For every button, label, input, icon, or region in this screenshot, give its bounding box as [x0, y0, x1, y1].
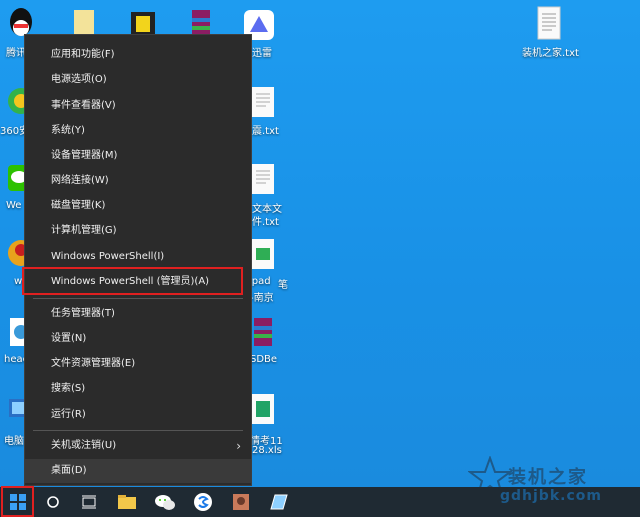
menu-item-desktop[interactable]: 桌面(D)	[25, 459, 251, 483]
menu-item-file-explorer[interactable]: 文件资源管理器(E)	[25, 352, 251, 376]
menu-item-event-viewer[interactable]: 事件查看器(V)	[25, 94, 251, 118]
excel-file-icon[interactable]	[250, 393, 290, 433]
highlight-start-button	[1, 486, 34, 517]
menu-item-disk-management[interactable]: 磁盘管理(K)	[25, 194, 251, 218]
menu-item-shutdown-signout[interactable]: 关机或注销(U) ›	[25, 434, 251, 458]
icon-label: 件.txt	[252, 217, 279, 228]
menu-item-network-connections[interactable]: 网络连接(W)	[25, 169, 251, 193]
watermark-title: 装机之家	[508, 467, 588, 488]
winrar-icon[interactable]	[250, 316, 290, 356]
notepad-icon[interactable]	[250, 238, 290, 278]
menu-item-powershell[interactable]: Windows PowerShell(I)	[25, 245, 251, 269]
task-view-icon	[82, 495, 96, 509]
text-file-icon[interactable]	[250, 163, 290, 203]
icon-label: w	[14, 276, 23, 287]
menu-separator	[33, 430, 243, 431]
icon-label: 迅雷	[252, 48, 272, 59]
menu-item-settings[interactable]: 设置(N)	[25, 327, 251, 351]
menu-item-device-manager[interactable]: 设备管理器(M)	[25, 144, 251, 168]
icon-label: 笔	[278, 280, 288, 291]
winx-context-menu: 应用和功能(F) 电源选项(O) 事件查看器(V) 系统(Y) 设备管理器(M)…	[24, 34, 252, 486]
app-button[interactable]	[262, 487, 296, 517]
app-button[interactable]	[224, 487, 258, 517]
chevron-right-icon: ›	[236, 439, 241, 453]
wechat-button[interactable]	[148, 487, 182, 517]
icon-label: SDBe	[250, 354, 278, 365]
text-file-icon[interactable]	[535, 6, 575, 46]
menu-item-label: 关机或注销(U)	[51, 440, 117, 451]
search-circle-icon	[47, 496, 59, 508]
icon-label: -南京	[250, 293, 274, 304]
icon-label: 震.txt	[252, 126, 279, 137]
text-file-icon[interactable]	[250, 86, 290, 126]
sogou-button[interactable]	[186, 487, 220, 517]
icon-label: 腾讯	[6, 48, 26, 59]
app-window-icon	[270, 494, 288, 510]
watermark-url: gdhjbk.com	[500, 488, 602, 504]
folder-icon	[118, 495, 136, 509]
menu-separator	[33, 298, 243, 299]
menu-item-search[interactable]: 搜索(S)	[25, 377, 251, 401]
file-explorer-button[interactable]	[110, 487, 144, 517]
search-button[interactable]	[36, 487, 70, 517]
icon-label: We	[6, 200, 22, 211]
task-view-button[interactable]	[72, 487, 106, 517]
app-icon	[233, 494, 249, 510]
icon-label: 电脑	[4, 436, 24, 447]
wechat-icon	[155, 495, 175, 510]
menu-item-run[interactable]: 运行(R)	[25, 403, 251, 427]
menu-item-computer-management[interactable]: 计算机管理(G)	[25, 219, 251, 243]
menu-item-task-manager[interactable]: 任务管理器(T)	[25, 302, 251, 326]
highlight-powershell-admin	[22, 267, 243, 295]
menu-item-power-options[interactable]: 电源选项(O)	[25, 68, 251, 92]
menu-item-apps-features[interactable]: 应用和功能(F)	[25, 43, 251, 67]
sogou-icon	[194, 493, 212, 511]
icon-label: 装机之家.txt	[522, 48, 579, 59]
icon-label: 28.xls	[252, 445, 282, 456]
menu-item-system[interactable]: 系统(Y)	[25, 119, 251, 143]
